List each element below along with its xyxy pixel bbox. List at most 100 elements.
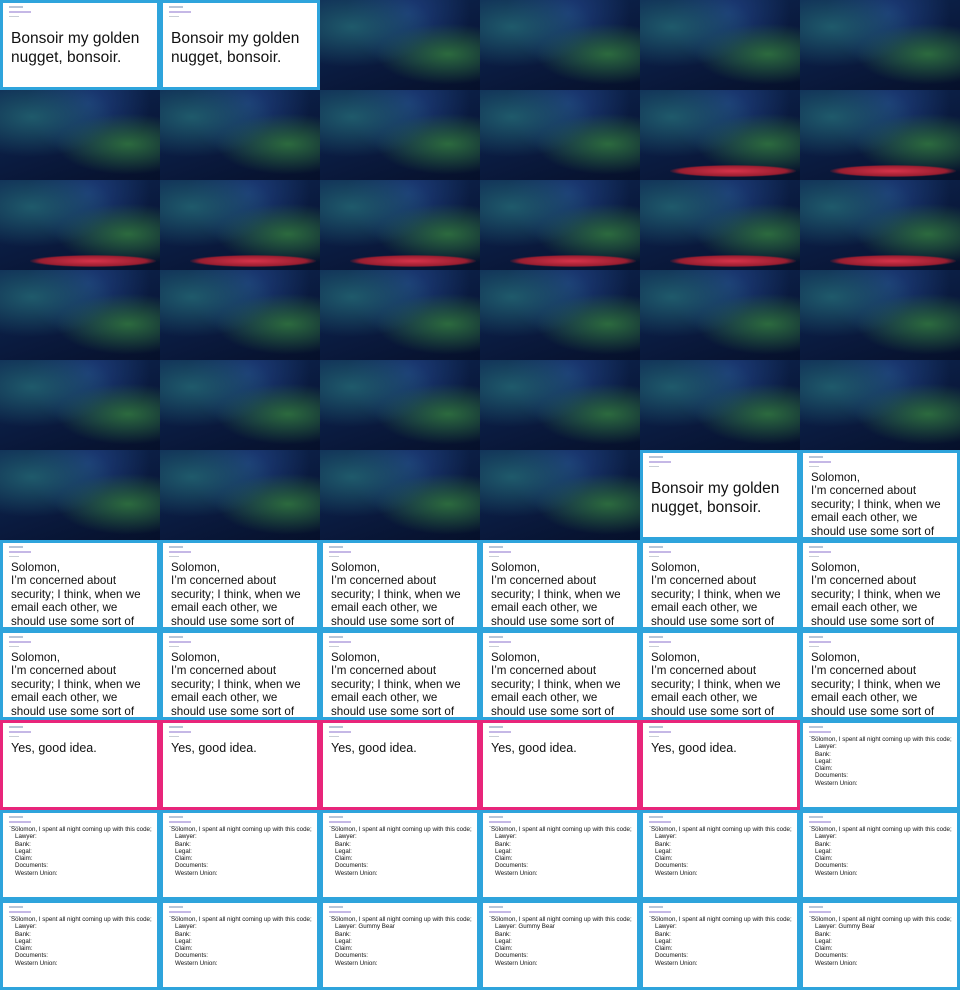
- code-intro-text: Solomon, I spent all night coming up wit…: [171, 916, 312, 923]
- speaker-jacket: [320, 90, 355, 180]
- code-line: Western Union:: [175, 869, 218, 877]
- code-line: Documents:: [175, 862, 209, 870]
- talk-photo: [160, 90, 320, 180]
- talk-photo: [0, 180, 160, 270]
- code-line: Legal:: [815, 847, 832, 855]
- code-intro-text: Solomon, I spent all night coming up wit…: [491, 826, 632, 833]
- code-line: Claim:: [815, 855, 833, 863]
- talk-photo: [800, 0, 960, 90]
- email-header-lines: [9, 6, 31, 20]
- solomon-message: Solomon, I’m concerned about security; I …: [11, 651, 153, 717]
- code-line: Western Union:: [815, 779, 858, 787]
- code-line: Claim:: [815, 765, 833, 773]
- code-message: Solomon, I spent all night coming up wit…: [11, 826, 153, 877]
- email-slide: Solomon, I spent all night coming up wit…: [320, 900, 480, 990]
- email-header-lines: [9, 636, 31, 650]
- code-line: Documents:: [655, 952, 689, 960]
- speaker-shirt: [320, 255, 326, 270]
- message-body-text: I’m concerned about security; I think, w…: [171, 664, 301, 718]
- message-body-text: I’m concerned about security; I think, w…: [331, 664, 461, 718]
- speaker-shirt: [640, 165, 646, 180]
- salutation-text: Solomon,: [811, 471, 860, 484]
- email-slide: Solomon, I’m concerned about security; I …: [160, 630, 320, 720]
- salutation-text: Solomon,: [331, 561, 380, 574]
- code-line: Claim:: [495, 945, 513, 953]
- code-line: Documents:: [15, 862, 49, 870]
- talk-photo: [0, 450, 160, 540]
- code-message: Solomon, I spent all night coming up wit…: [331, 826, 473, 877]
- talk-photo: [640, 360, 800, 450]
- code-line: Claim:: [175, 855, 193, 863]
- email-slide: Bonsoir my golden nugget, bonsoir.: [0, 0, 160, 90]
- talk-photo: [640, 180, 800, 270]
- code-line: Bank:: [815, 750, 831, 758]
- speaker-jacket: [0, 450, 35, 540]
- code-message: Solomon, I spent all night coming up wit…: [811, 826, 953, 877]
- talk-photo: [0, 360, 160, 450]
- code-line: Western Union:: [335, 869, 378, 877]
- code-line: Western Union:: [15, 869, 58, 877]
- speaker-jacket: [160, 90, 195, 180]
- red-stage-carpet: [670, 255, 796, 267]
- code-line: Documents:: [815, 952, 849, 960]
- solomon-message: Solomon, I’m concerned about security; I …: [331, 561, 473, 627]
- email-slide: Solomon, I spent all night coming up wit…: [0, 810, 160, 900]
- speaker-jacket: [800, 270, 878, 360]
- code-line: Bank:: [815, 930, 831, 938]
- speaker-jacket: [800, 180, 823, 255]
- salutation-text: Solomon,: [811, 651, 860, 664]
- code-line: Documents:: [495, 952, 529, 960]
- email-slide: Yes, good idea.: [480, 720, 640, 810]
- red-stage-carpet: [830, 255, 956, 267]
- speaker-jacket: [480, 450, 515, 540]
- code-line: Western Union:: [815, 869, 858, 877]
- speaker-jacket: [320, 270, 398, 360]
- talk-photo: [480, 0, 640, 90]
- code-intro-text: Solomon, I spent all night coming up wit…: [331, 916, 472, 923]
- code-line: Lawyer:: [815, 833, 837, 841]
- email-slide: Solomon, I’m concerned about security; I …: [800, 630, 960, 720]
- email-header-lines: [649, 546, 671, 560]
- email-header-lines: [489, 546, 511, 560]
- solomon-message: Solomon, I’m concerned about security; I …: [171, 561, 313, 627]
- email-header-lines: [809, 546, 831, 560]
- salutation-text: Solomon,: [491, 651, 540, 664]
- email-header-lines: [9, 546, 31, 560]
- speaker-shirt: [640, 255, 646, 270]
- talk-photo: [320, 450, 480, 540]
- talk-photo: [320, 360, 480, 450]
- code-message: Solomon, I spent all night coming up wit…: [811, 736, 953, 787]
- email-slide: Solomon, I’m concerned about security; I …: [480, 630, 640, 720]
- talk-photo: [480, 180, 640, 270]
- salutation-text: Solomon,: [171, 561, 220, 574]
- message-body-text: I’m concerned about security; I think, w…: [811, 484, 941, 538]
- code-line: Legal:: [815, 757, 832, 765]
- email-slide: Yes, good idea.: [160, 720, 320, 810]
- email-header-lines: [169, 6, 191, 20]
- code-line: Legal:: [655, 847, 672, 855]
- talk-photo: [160, 360, 320, 450]
- speaker-jacket: [480, 180, 503, 255]
- code-line: Documents:: [655, 862, 689, 870]
- code-line: Lawyer:: [495, 833, 517, 841]
- email-slide: Solomon, I’m concerned about security; I …: [320, 540, 480, 630]
- code-line: Western Union:: [495, 869, 538, 877]
- speaker-jacket: [0, 360, 78, 450]
- message-body-text: I’m concerned about security; I think, w…: [651, 664, 781, 718]
- red-stage-carpet: [510, 255, 636, 267]
- code-line: Claim:: [335, 855, 353, 863]
- talk-photo: [800, 180, 960, 270]
- code-intro-text: Solomon, I spent all night coming up wit…: [811, 916, 952, 923]
- reply-text: Yes, good idea.: [11, 741, 97, 755]
- email-slide: Solomon, I spent all night coming up wit…: [800, 900, 960, 990]
- code-line: Documents:: [175, 952, 209, 960]
- code-line: Documents:: [815, 772, 849, 780]
- code-line: Documents:: [335, 862, 369, 870]
- email-slide: Solomon, I’m concerned about security; I …: [320, 630, 480, 720]
- email-slide: Solomon, I spent all night coming up wit…: [160, 810, 320, 900]
- code-line: Bank:: [655, 840, 671, 848]
- email-slide: Solomon, I’m concerned about security; I …: [0, 540, 160, 630]
- email-header-lines: [169, 546, 191, 560]
- code-message: Solomon, I spent all night coming up wit…: [491, 826, 633, 877]
- code-line: Legal:: [175, 847, 192, 855]
